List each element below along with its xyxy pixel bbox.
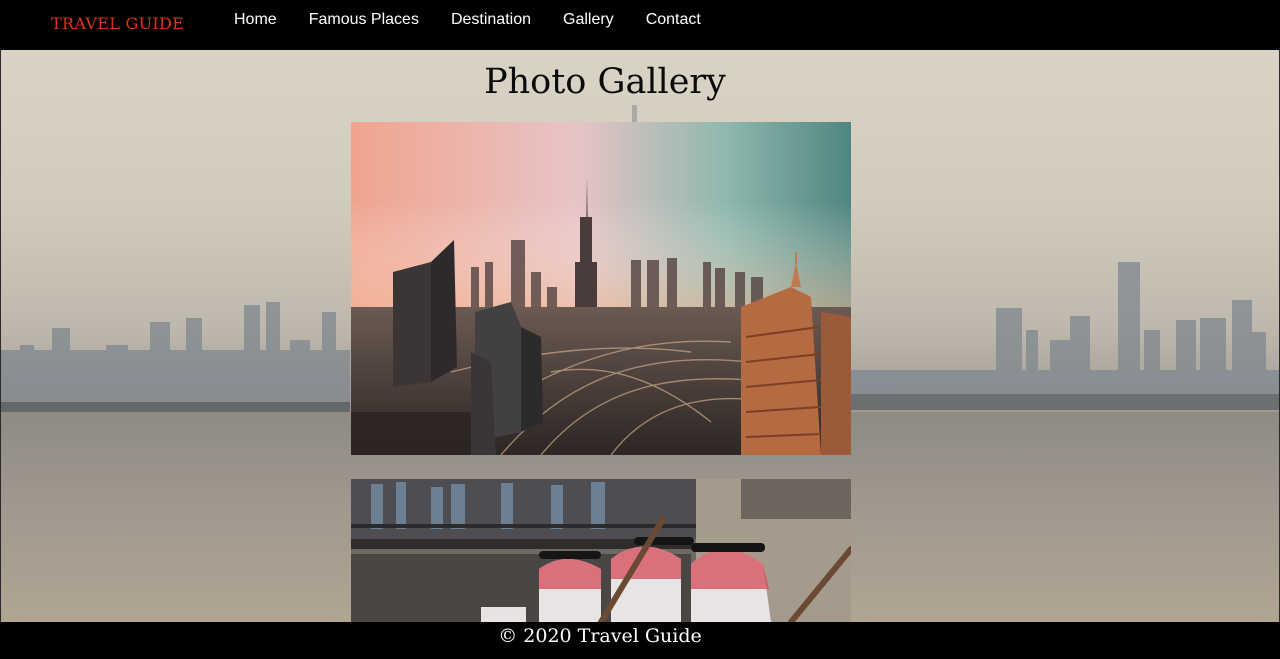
nav-item-famous-places[interactable]: Famous Places — [293, 10, 435, 30]
nav-item-home[interactable]: Home — [218, 10, 293, 30]
nav-links: Home Famous Places Destination Gallery C… — [218, 10, 717, 30]
nav-item-destination[interactable]: Destination — [435, 10, 547, 30]
nav-item-contact[interactable]: Contact — [630, 10, 717, 30]
nav-item-gallery[interactable]: Gallery — [547, 10, 630, 30]
brand-logo[interactable]: TRAVEL GUIDE — [51, 14, 184, 33]
gallery-photo-performers[interactable] — [351, 479, 851, 622]
page-title: Photo Gallery — [484, 62, 726, 102]
page: TRAVEL GUIDE Home Famous Places Destinat… — [0, 0, 1280, 659]
city-skyline-image — [351, 122, 851, 455]
footer: © 2020 Travel Guide — [0, 622, 1280, 659]
gallery-photo-city-skyline[interactable] — [351, 122, 851, 455]
page-border-left — [0, 50, 1, 622]
performers-image — [351, 479, 851, 622]
top-navbar: TRAVEL GUIDE Home Famous Places Destinat… — [0, 0, 1280, 50]
footer-copyright: © 2020 Travel Guide — [498, 625, 702, 647]
